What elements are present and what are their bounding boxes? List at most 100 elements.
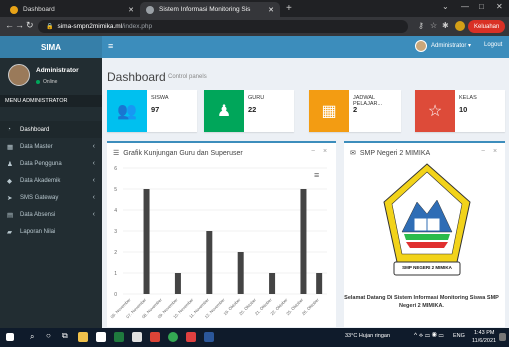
user-avatar[interactable]	[415, 40, 427, 52]
y-tick-label: 3	[114, 229, 117, 235]
sidebar-item-data-pengguna[interactable]: ♟ Data Pengguna ‹	[0, 155, 102, 172]
user-icon: ♟	[7, 160, 13, 168]
y-tick-label: 6	[114, 166, 117, 172]
extensions-icon[interactable]: ✱	[442, 21, 449, 30]
sidebar-item-data-master[interactable]: ▦ Data Master ‹	[0, 138, 102, 155]
forward-icon[interactable]: →	[15, 20, 24, 30]
chevron-left-icon: ‹	[92, 194, 95, 201]
sidebar-item-label: SMS Gateway	[20, 194, 59, 201]
y-tick-label: 4	[114, 208, 117, 214]
panel-title: Grafik Kunjungan Guru dan Superuser	[123, 149, 243, 157]
app-icon[interactable]	[132, 332, 142, 342]
app-logo[interactable]: SIMA	[0, 36, 102, 58]
page-subtitle: Control panels	[168, 74, 207, 80]
stat-box-jadwal: ▦ JADWAL PELAJAR... 2	[309, 90, 401, 132]
profile-button[interactable]: Keluahan	[468, 20, 506, 33]
menu-header: MENU ADMINISTRATOR	[0, 95, 102, 107]
sidebar-item-data-akademik[interactable]: ◆ Data Akademik ‹	[0, 172, 102, 189]
grid-icon: ▤	[7, 211, 14, 219]
chevron-down-icon[interactable]: ⌄	[442, 2, 449, 11]
chart-bar[interactable]	[316, 273, 323, 294]
file-explorer-icon[interactable]	[78, 332, 88, 342]
close-icon[interactable]: ✕	[268, 6, 274, 14]
sidebar-item-laporan-nilai[interactable]: ▰ Laporan Nilai	[0, 223, 102, 240]
browser-tab-sima[interactable]: Sistem Informasi Monitoring Sis ✕	[140, 2, 280, 17]
menu-toggle-icon[interactable]: ≡	[108, 41, 113, 51]
y-tick-label: 0	[114, 292, 117, 298]
panel-header: ✉ SMP Negeri 2 MIMIKA	[350, 149, 431, 158]
calendar-icon: ▦	[309, 90, 349, 132]
dashboard-icon: ◔	[7, 126, 11, 133]
stat-value: 97	[151, 105, 160, 114]
search-icon[interactable]: ⌕	[30, 332, 34, 342]
avatar	[8, 64, 30, 86]
profile-avatar[interactable]	[455, 21, 465, 31]
app-icon[interactable]	[186, 332, 196, 342]
key-icon[interactable]: ⚷	[418, 21, 424, 30]
minimize-icon[interactable]: −	[481, 148, 485, 155]
welcome-text: Selamat Datang Di Sistem Informasi Monit…	[344, 295, 499, 309]
tray-icons[interactable]: ^ ⟡ ▭ ◉ ▭	[414, 332, 444, 340]
store-icon[interactable]	[96, 332, 106, 342]
language-indicator[interactable]: ENG	[453, 333, 465, 339]
users-icon: 👥	[107, 90, 147, 132]
chart-bar[interactable]	[174, 273, 181, 294]
tag-icon: ◆	[7, 177, 12, 185]
globe-icon	[146, 5, 154, 14]
chart-bar[interactable]	[206, 231, 213, 294]
user-menu[interactable]: Administrator ▾	[431, 42, 471, 49]
clock-time[interactable]: 1:43 PM	[474, 330, 494, 336]
stat-box-kelas: ☆ KELAS 10	[415, 90, 505, 132]
status-online: Online	[36, 79, 57, 85]
url-field[interactable]: 🔒 sima-smpn2mimika.ml/index.php	[38, 20, 408, 33]
school-logo-text: SMP NEGERI 2 MIMIKA	[402, 265, 452, 270]
notification-icon[interactable]	[499, 333, 506, 341]
stat-label: SISWA	[151, 95, 169, 101]
clock-date[interactable]: 11/6/2021	[472, 338, 496, 344]
close-icon[interactable]: ×	[493, 148, 497, 155]
sidebar-item-label: Data Akademik	[20, 177, 61, 184]
sidebar-item-label: Laporan Nilai	[20, 228, 56, 235]
sidebar-user-name: Administrator	[36, 67, 79, 74]
close-window-icon[interactable]: ✕	[496, 2, 503, 11]
browser-tab-dashboard[interactable]: Dashboard ✕	[4, 2, 140, 17]
stat-box-guru: ♟ GURU 22	[204, 90, 294, 132]
url-host: sima-smpn2mimika.ml	[57, 23, 123, 30]
windows-start-icon[interactable]	[6, 333, 14, 341]
url-path: /index.php	[122, 23, 153, 30]
sidebar-item-label: Data Master	[20, 143, 53, 150]
minimize-icon[interactable]: −	[311, 148, 315, 155]
app-icon[interactable]	[150, 332, 160, 342]
y-tick-label: 2	[114, 250, 117, 256]
table-icon: ▦	[7, 143, 14, 151]
reload-icon[interactable]: ↻	[26, 20, 34, 31]
minimize-icon[interactable]: —	[461, 2, 469, 11]
stat-label: GURU	[248, 95, 265, 101]
tab-title: Dashboard	[23, 6, 55, 13]
word-icon[interactable]	[204, 332, 214, 342]
sidebar-item-data-absensi[interactable]: ▤ Data Absensi ‹	[0, 206, 102, 223]
book-icon: ▰	[7, 228, 12, 236]
app-icon[interactable]	[114, 332, 124, 342]
close-icon[interactable]: ✕	[128, 6, 134, 14]
maximize-icon[interactable]: □	[479, 2, 484, 11]
chevron-left-icon: ‹	[92, 160, 95, 167]
back-icon[interactable]: ←	[5, 20, 14, 30]
chart-bar[interactable]	[237, 252, 244, 294]
sidebar-item-dashboard[interactable]: ◔ Dashboard	[0, 121, 102, 138]
task-view-icon[interactable]: ⧉	[62, 331, 68, 341]
close-icon[interactable]: ×	[323, 148, 327, 155]
chart-bar[interactable]	[300, 189, 307, 294]
chrome-icon[interactable]	[168, 332, 178, 342]
logout-link[interactable]: Logout	[484, 42, 502, 48]
sidebar-item-sms-gateway[interactable]: ➤ SMS Gateway ‹	[0, 189, 102, 206]
cortana-icon[interactable]: ○	[46, 331, 51, 340]
weather-text[interactable]: 33°C Hujan ringan	[345, 333, 390, 339]
chart-bar[interactable]	[143, 189, 150, 294]
panel-title: SMP Negeri 2 MIMIKA	[359, 149, 431, 157]
star-icon[interactable]: ☆	[430, 21, 437, 30]
chart-bar[interactable]	[269, 273, 276, 294]
new-tab-icon[interactable]: +	[286, 3, 292, 14]
tab-title: Sistem Informasi Monitoring Sis	[159, 6, 251, 13]
chevron-left-icon: ‹	[92, 143, 95, 150]
